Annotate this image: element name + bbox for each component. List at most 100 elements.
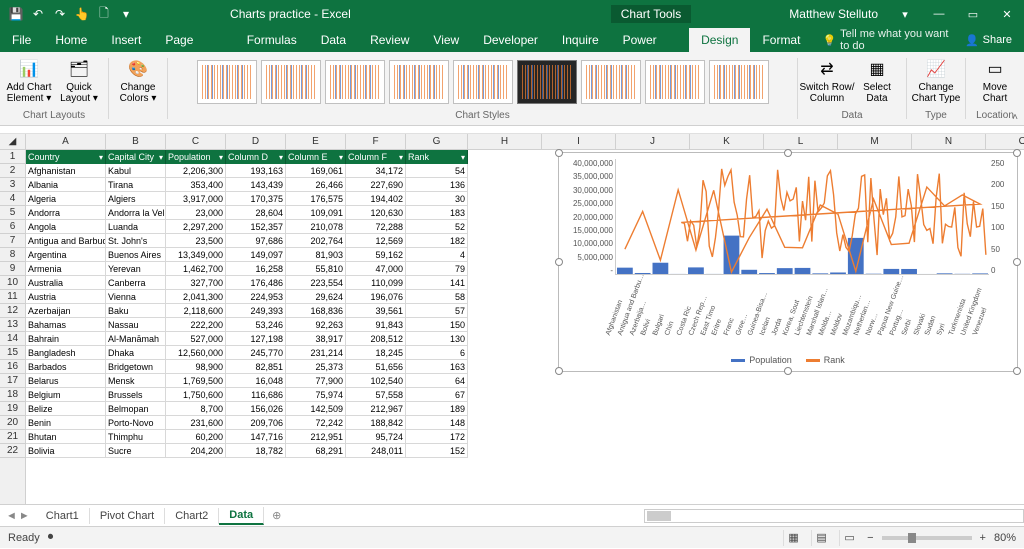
cell[interactable]: Azerbaijan	[26, 304, 106, 318]
column-header[interactable]: N	[912, 134, 986, 149]
chart-style-gallery[interactable]	[197, 54, 769, 109]
cell[interactable]: 176,486	[226, 276, 286, 290]
cell[interactable]: Argentina	[26, 248, 106, 262]
cell[interactable]: 38,917	[286, 332, 346, 346]
select-data-button[interactable]: ▦ Select Data	[854, 56, 900, 108]
cell[interactable]: 57	[406, 304, 468, 318]
row-header[interactable]: 19	[0, 402, 25, 416]
column-header[interactable]: I	[542, 134, 616, 149]
table-column-header[interactable]: Country▾	[26, 150, 106, 164]
column-header[interactable]: L	[764, 134, 838, 149]
cell[interactable]: 127,198	[226, 332, 286, 346]
table-column-header[interactable]: Capital City▾	[106, 150, 166, 164]
zoom-slider[interactable]	[882, 536, 972, 540]
cell[interactable]: Bhutan	[26, 430, 106, 444]
cell[interactable]: 353,400	[166, 178, 226, 192]
cell[interactable]: Canberra	[106, 276, 166, 290]
column-header[interactable]: D	[226, 134, 286, 149]
chart-style-8[interactable]	[645, 60, 705, 104]
chart-style-9[interactable]	[709, 60, 769, 104]
cell[interactable]: 193,163	[226, 164, 286, 178]
cell[interactable]: 152	[406, 444, 468, 458]
sheet-nav-prev-icon[interactable]: ◄	[6, 510, 17, 522]
cell[interactable]: 168,836	[286, 304, 346, 318]
cell[interactable]: 91,843	[346, 318, 406, 332]
cell[interactable]: 163	[406, 360, 468, 374]
chart-style-2[interactable]	[261, 60, 321, 104]
cell[interactable]: 224,953	[226, 290, 286, 304]
cell[interactable]: 116,686	[226, 388, 286, 402]
cell[interactable]: 176,575	[286, 192, 346, 206]
cell[interactable]: Luanda	[106, 220, 166, 234]
tab-inquire[interactable]: Inquire	[550, 28, 611, 52]
table-column-header[interactable]: Column D▾	[226, 150, 286, 164]
cell[interactable]: 249,393	[226, 304, 286, 318]
tab-formulas[interactable]: Formulas	[235, 28, 309, 52]
switch-row-column-button[interactable]: ⇄ Switch Row/ Column	[804, 56, 850, 108]
cell[interactable]: 227,690	[346, 178, 406, 192]
cell[interactable]: 156,026	[226, 402, 286, 416]
cell[interactable]: 51,656	[346, 360, 406, 374]
cell[interactable]: 16,258	[226, 262, 286, 276]
tab-design[interactable]: Design	[689, 28, 750, 52]
resize-handle[interactable]	[1013, 149, 1021, 157]
column-header[interactable]: F	[346, 134, 406, 149]
cell[interactable]: Thimphu	[106, 430, 166, 444]
cell[interactable]: 2,297,200	[166, 220, 226, 234]
user-name[interactable]: Matthew Stelluto	[779, 7, 888, 21]
cell[interactable]: 13,349,000	[166, 248, 226, 262]
resize-handle[interactable]	[784, 367, 792, 375]
cell[interactable]: 231,600	[166, 416, 226, 430]
column-header[interactable]: K	[690, 134, 764, 149]
zoom-level[interactable]: 80%	[994, 532, 1016, 544]
cell[interactable]: Andorra	[26, 206, 106, 220]
cell[interactable]: 25,373	[286, 360, 346, 374]
cell[interactable]: 209,706	[226, 416, 286, 430]
column-header[interactable]: A	[26, 134, 106, 149]
cell[interactable]: 4	[406, 248, 468, 262]
cell[interactable]: 12,560,000	[166, 346, 226, 360]
column-header[interactable]: C	[166, 134, 226, 149]
cell[interactable]: 1,769,500	[166, 374, 226, 388]
cell[interactable]: 72,288	[346, 220, 406, 234]
cell[interactable]: Bahamas	[26, 318, 106, 332]
cell[interactable]: 18,782	[226, 444, 286, 458]
table-column-header[interactable]: Population▾	[166, 150, 226, 164]
tab-view[interactable]: View	[421, 28, 471, 52]
touch-mode-icon[interactable]: 👆	[74, 6, 90, 22]
cell[interactable]: 208,512	[346, 332, 406, 346]
tab-data[interactable]: Data	[309, 28, 358, 52]
resize-handle[interactable]	[555, 149, 563, 157]
cell[interactable]: Belarus	[26, 374, 106, 388]
cell[interactable]: 68,291	[286, 444, 346, 458]
cell[interactable]: Baku	[106, 304, 166, 318]
cell[interactable]: 28,604	[226, 206, 286, 220]
resize-handle[interactable]	[1013, 258, 1021, 266]
print-preview-icon[interactable]: 🗋	[96, 6, 112, 22]
sheet-tab-chart2[interactable]: Chart2	[165, 508, 219, 524]
cell[interactable]: Al-Manāmah	[106, 332, 166, 346]
chart-style-7[interactable]	[581, 60, 641, 104]
tell-me-search[interactable]: 💡 Tell me what you want to do	[822, 28, 953, 52]
row-header[interactable]: 22	[0, 444, 25, 458]
cell[interactable]: Antigua and Barbuda	[26, 234, 106, 248]
cell[interactable]: Andorra la Vella	[106, 206, 166, 220]
cell[interactable]: Algiers	[106, 192, 166, 206]
cell[interactable]: Armenia	[26, 262, 106, 276]
row-header[interactable]: 12	[0, 304, 25, 318]
cell[interactable]: 222,200	[166, 318, 226, 332]
cell[interactable]: 204,200	[166, 444, 226, 458]
worksheet-grid[interactable]: ◢ 12345678910111213141516171819202122 AB…	[0, 134, 1024, 504]
cell[interactable]: Kabul	[106, 164, 166, 178]
tab-developer[interactable]: Developer	[471, 28, 550, 52]
close-icon[interactable]: ✕	[990, 0, 1024, 28]
zoom-out-button[interactable]: −	[867, 532, 873, 544]
minimize-icon[interactable]: —	[922, 0, 956, 28]
cell[interactable]: 67	[406, 388, 468, 402]
cell[interactable]: 194,402	[346, 192, 406, 206]
row-header[interactable]: 4	[0, 192, 25, 206]
cell[interactable]: 527,000	[166, 332, 226, 346]
cell[interactable]: 23,500	[166, 234, 226, 248]
cell[interactable]: 231,214	[286, 346, 346, 360]
row-header[interactable]: 15	[0, 346, 25, 360]
